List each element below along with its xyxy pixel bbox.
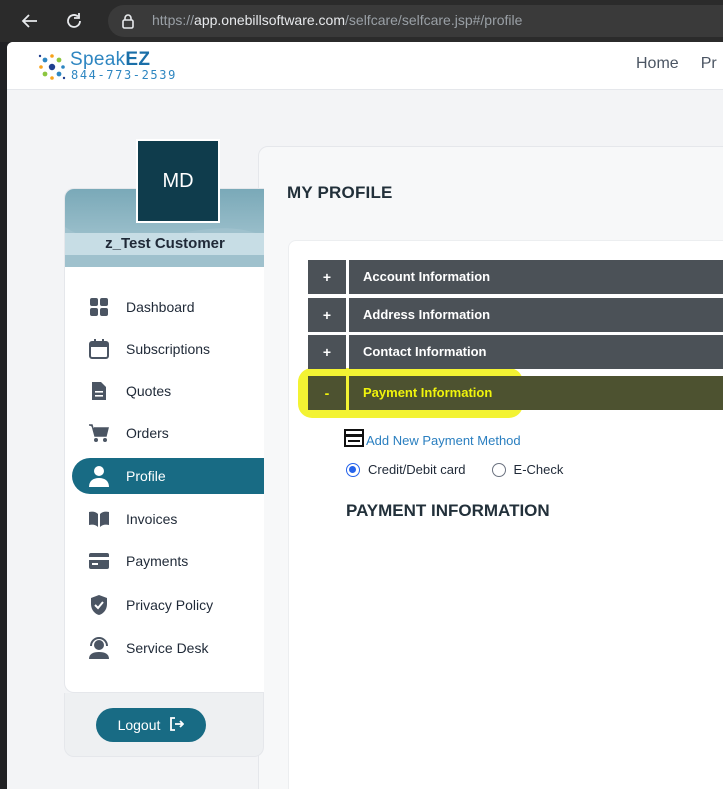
payment-card-icon — [344, 428, 364, 453]
nav-home[interactable]: Home — [636, 55, 679, 73]
collapse-toggle[interactable]: - — [308, 376, 346, 410]
add-payment-method-link[interactable]: Add New Payment Method — [344, 428, 521, 453]
document-icon — [88, 380, 110, 402]
profile-sections: + Account Information + Address Informat… — [288, 240, 723, 789]
sidebar-item-dashboard[interactable]: Dashboard — [72, 289, 264, 325]
dashboard-icon — [88, 296, 110, 318]
site-header: SpeakEZ 844-773-2539 Home Pr — [7, 42, 723, 90]
echeck-label[interactable]: E-Check — [514, 462, 564, 477]
shield-icon — [88, 594, 110, 616]
url-text: https://app.onebillsoftware.com/selfcare… — [152, 12, 523, 28]
page: SpeakEZ 844-773-2539 Home Pr MY PROFILE … — [7, 42, 723, 789]
echeck-radio[interactable] — [491, 462, 506, 477]
sidebar-item-label: Invoices — [126, 511, 178, 527]
sidebar-item-orders[interactable]: Orders — [72, 415, 264, 451]
card-icon — [88, 550, 110, 572]
sidebar-item-label: Service Desk — [126, 640, 209, 656]
sidebar-item-label: Dashboard — [126, 299, 195, 315]
accordion-payment-information[interactable]: - Payment Information — [308, 376, 723, 410]
browser-toolbar: https://app.onebillsoftware.com/selfcare… — [0, 0, 723, 42]
address-bar[interactable]: https://app.onebillsoftware.com/selfcare… — [108, 5, 723, 37]
logo-dots-icon — [38, 54, 66, 80]
accordion-label[interactable]: Payment Information — [349, 376, 723, 410]
logout-label: Logout — [117, 717, 161, 733]
sidebar-item-subscriptions[interactable]: Subscriptions — [72, 331, 264, 367]
page-title: MY PROFILE — [287, 183, 393, 202]
payment-type-group: Credit/Debit card E-Check — [346, 462, 563, 477]
sidebar-item-privacy-policy[interactable]: Privacy Policy — [72, 587, 264, 623]
add-payment-label[interactable]: Add New Payment Method — [366, 433, 521, 448]
logout-button[interactable]: Logout — [96, 708, 206, 742]
accordion-label[interactable]: Account Information — [349, 260, 723, 294]
accordion-label[interactable]: Address Information — [349, 298, 723, 332]
sidebar-item-payments[interactable]: Payments — [72, 543, 264, 579]
payment-section-title: PAYMENT INFORMATION — [346, 501, 550, 520]
sidebar-item-label: Profile — [126, 468, 166, 484]
expand-toggle[interactable]: + — [308, 298, 346, 332]
logout-icon — [168, 716, 185, 735]
user-icon — [88, 465, 110, 487]
sidebar-item-quotes[interactable]: Quotes — [72, 373, 264, 409]
sidebar: z_Test Customer Dashboard Subscriptions … — [64, 188, 264, 693]
expand-toggle[interactable]: + — [308, 260, 346, 294]
cart-icon — [88, 422, 110, 444]
site-info-icon[interactable] — [120, 13, 136, 34]
sidebar-item-invoices[interactable]: Invoices — [72, 501, 264, 537]
back-arrow-icon[interactable] — [18, 9, 42, 33]
accordion-contact-information[interactable]: + Contact Information — [308, 335, 723, 369]
logout-area: Logout — [64, 693, 264, 757]
sidebar-item-label: Subscriptions — [126, 341, 211, 357]
credit-card-label[interactable]: Credit/Debit card — [368, 462, 466, 477]
top-nav: Home Pr — [636, 55, 717, 73]
sidebar-item-service-desk[interactable]: Service Desk — [72, 630, 264, 666]
sidebar-item-profile[interactable]: Profile — [72, 458, 264, 494]
expand-toggle[interactable]: + — [308, 335, 346, 369]
sidebar-item-label: Quotes — [126, 383, 172, 399]
customer-name: z_Test Customer — [65, 233, 264, 255]
nav-profile[interactable]: Pr — [701, 55, 717, 73]
profile-card: MY PROFILE + Account Information + Addre… — [258, 146, 723, 789]
sidebar-item-label: Privacy Policy — [126, 597, 214, 613]
speakez-logo[interactable]: SpeakEZ 844-773-2539 — [37, 49, 177, 84]
accordion-label[interactable]: Contact Information — [349, 335, 723, 369]
sidebar-item-label: Payments — [126, 553, 189, 569]
logo-phone: 844-773-2539 — [71, 68, 177, 82]
sidebar-item-label: Orders — [126, 425, 169, 441]
support-icon — [88, 637, 110, 659]
credit-card-radio[interactable] — [346, 462, 360, 477]
reload-icon[interactable] — [62, 9, 86, 33]
accordion-address-information[interactable]: + Address Information — [308, 298, 723, 332]
book-icon — [88, 508, 110, 530]
avatar: MD — [136, 139, 220, 223]
calendar-icon — [88, 338, 110, 360]
accordion-account-information[interactable]: + Account Information — [308, 260, 723, 294]
